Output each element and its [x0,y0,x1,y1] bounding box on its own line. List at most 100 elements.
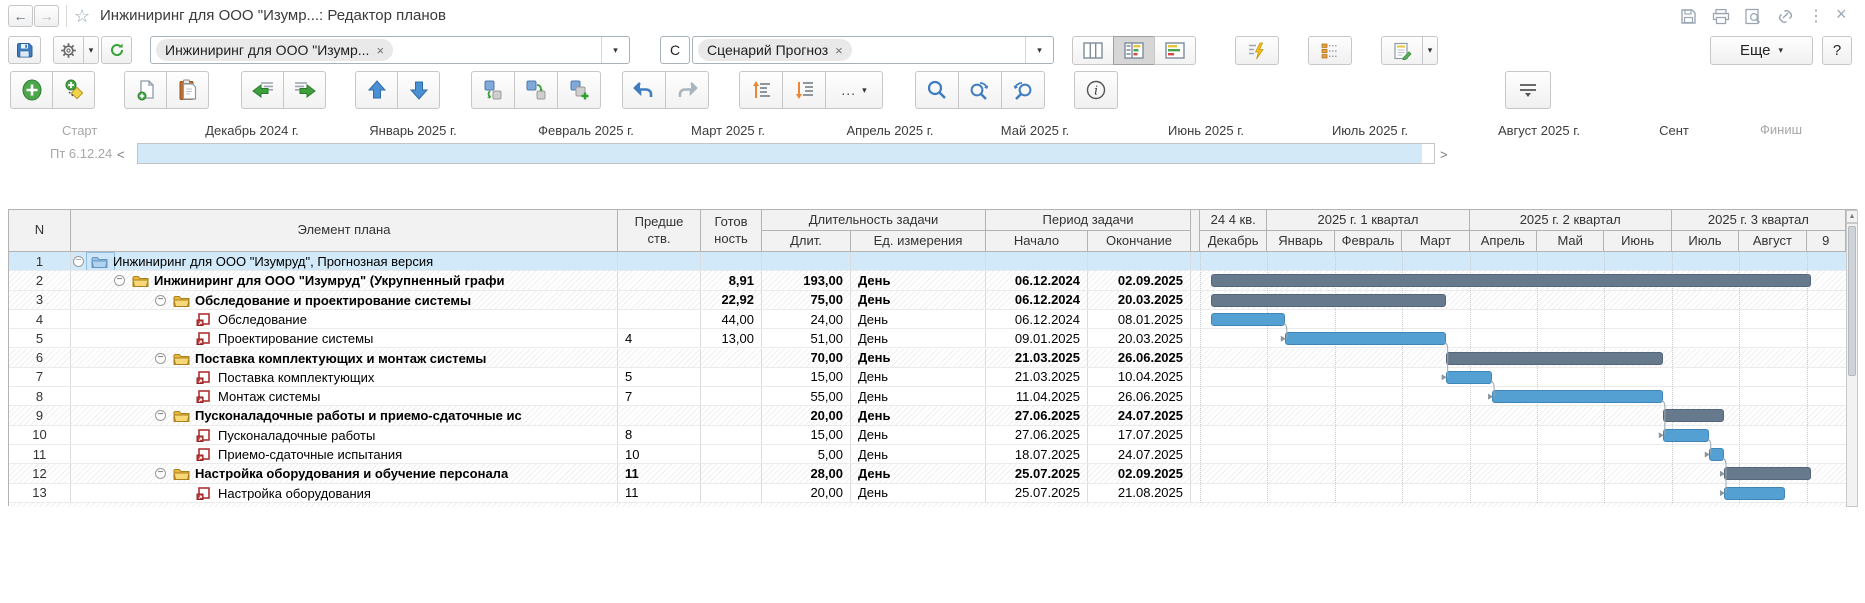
cell-readiness[interactable] [701,484,762,502]
info-button[interactable]: i [1074,71,1118,109]
undo-button[interactable] [622,71,666,109]
cell-predecessor[interactable] [618,271,701,289]
plan-row[interactable]: 9−Пусконаладочные работы и приемо-сдаточ… [9,406,1846,425]
cell-row-number[interactable]: 2 [9,271,71,289]
timeline-right-arrow[interactable]: > [1440,147,1448,162]
cell-row-number[interactable]: 5 [9,329,71,347]
cell-readiness[interactable] [701,387,762,405]
cell-duration[interactable]: 70,00 [762,349,851,367]
cell-unit[interactable]: День [851,484,986,502]
gantt-summary-bar[interactable] [1211,274,1811,287]
add-button[interactable] [10,71,53,109]
cell-start-date[interactable] [986,252,1088,270]
cell-duration[interactable]: 15,00 [762,368,851,386]
gantt-summary-bar[interactable] [1724,467,1811,480]
cell-end-date[interactable]: 24.07.2025 [1088,406,1191,424]
cell-unit[interactable]: День [851,464,986,482]
column-header-duration[interactable]: Длит. [762,231,851,252]
cell-end-date[interactable]: 26.06.2025 [1088,387,1191,405]
cell-plan-element[interactable]: −Обследование и проектирование системы [71,291,618,309]
cell-predecessor[interactable]: 11 [618,484,701,502]
cell-predecessor[interactable]: 10 [618,445,701,463]
cell-unit[interactable]: День [851,349,986,367]
cell-duration[interactable]: 51,00 [762,329,851,347]
column-header-name[interactable]: Элемент плана [71,210,618,252]
column-header-period-group[interactable]: Период задачи [986,210,1191,231]
gantt-scrollbar-thumb[interactable] [1848,226,1856,376]
collapse-all-button[interactable] [739,71,783,109]
timeline-left-arrow[interactable]: < [117,147,125,162]
gear-dropdown[interactable]: ▾ [83,36,99,64]
cell-duration[interactable] [762,252,851,270]
column-header-start[interactable]: Начало [986,231,1088,252]
cell-end-date[interactable]: 08.01.2025 [1088,310,1191,328]
add-link-button[interactable] [557,71,601,109]
cell-duration[interactable]: 15,00 [762,426,851,444]
zoom-button[interactable] [915,71,959,109]
more-button[interactable]: Еще ▾ [1710,36,1813,65]
plan-row[interactable]: 12−Настройка оборудования и обучение пер… [9,464,1846,483]
view-gantt-button[interactable] [1154,36,1196,65]
plan-row[interactable]: 3−Обследование и проектирование системы2… [9,291,1846,310]
save-button[interactable] [8,36,41,64]
cell-unit[interactable]: День [851,271,986,289]
form-edit-button[interactable] [1381,36,1423,65]
cell-end-date[interactable]: 17.07.2025 [1088,426,1191,444]
cell-readiness[interactable] [701,349,762,367]
cell-end-date[interactable]: 21.08.2025 [1088,484,1191,502]
scenario-combo-dropdown[interactable]: ▾ [1025,37,1053,63]
gantt-task-bar[interactable] [1663,429,1709,442]
cell-start-date[interactable]: 27.06.2025 [986,426,1088,444]
plan-combo-field[interactable]: Инжиниринг для ООО "Изумр... × ▾ [150,36,630,64]
zoom-in-button[interactable] [958,71,1002,109]
zoom-out-button[interactable] [1001,71,1045,109]
cell-start-date[interactable]: 21.03.2025 [986,349,1088,367]
cell-readiness[interactable]: 22,92 [701,291,762,309]
column-header-end[interactable]: Окончание [1088,231,1191,252]
cell-predecessor[interactable] [618,252,701,270]
collapse-toggle[interactable]: − [114,275,125,286]
column-header-readiness[interactable]: Готов ность [701,210,762,252]
paste-button[interactable] [166,71,209,109]
gantt-task-bar[interactable] [1446,371,1492,384]
link-successor-button[interactable] [514,71,558,109]
cell-unit[interactable]: День [851,406,986,424]
cell-readiness[interactable] [701,368,762,386]
structure-button[interactable] [1308,36,1352,65]
cell-unit[interactable]: День [851,387,986,405]
gantt-task-bar[interactable] [1724,487,1785,500]
cell-start-date[interactable]: 25.07.2025 [986,484,1088,502]
link-predecessor-button[interactable] [471,71,515,109]
favorite-star-icon[interactable]: ☆ [74,6,90,27]
cell-plan-element[interactable]: Обследование [71,310,618,328]
plan-chip[interactable]: Инжиниринг для ООО "Изумр... × [156,39,393,61]
collapse-toggle[interactable]: − [73,256,84,267]
back-button[interactable]: ← [8,5,33,27]
cell-readiness[interactable] [701,445,762,463]
cell-end-date[interactable] [1088,252,1191,270]
cell-predecessor[interactable]: 11 [618,464,701,482]
plan-row[interactable]: 13Настройка оборудования1120,00День25.07… [9,484,1846,503]
plan-row[interactable]: 11Приемо-сдаточные испытания105,00День18… [9,445,1846,464]
gantt-summary-bar[interactable] [1446,352,1663,365]
cell-end-date[interactable]: 20.03.2025 [1088,291,1191,309]
collapse-toggle[interactable]: − [155,410,166,421]
cell-start-date[interactable]: 11.04.2025 [986,387,1088,405]
gantt-task-bar[interactable] [1285,332,1446,345]
refresh-button[interactable] [101,36,132,64]
close-icon[interactable]: × [1836,4,1847,25]
cell-end-date[interactable]: 10.04.2025 [1088,368,1191,386]
gantt-task-bar[interactable] [1211,313,1285,326]
cell-row-number[interactable]: 11 [9,445,71,463]
cell-predecessor[interactable] [618,406,701,424]
cell-readiness[interactable]: 44,00 [701,310,762,328]
cell-unit[interactable]: День [851,310,986,328]
cell-predecessor[interactable]: 7 [618,387,701,405]
indent-button[interactable] [283,71,326,109]
cell-row-number[interactable]: 6 [9,349,71,367]
cell-plan-element[interactable]: −Инжиниринг для ООО "Изумруд" (Укрупненн… [71,271,618,289]
column-header-duration-group[interactable]: Длительность задачи [762,210,986,231]
gantt-task-bar[interactable] [1709,448,1724,461]
gear-button[interactable] [53,36,84,64]
plan-row[interactable]: 10Пусконаладочные работы815,00День27.06.… [9,426,1846,445]
